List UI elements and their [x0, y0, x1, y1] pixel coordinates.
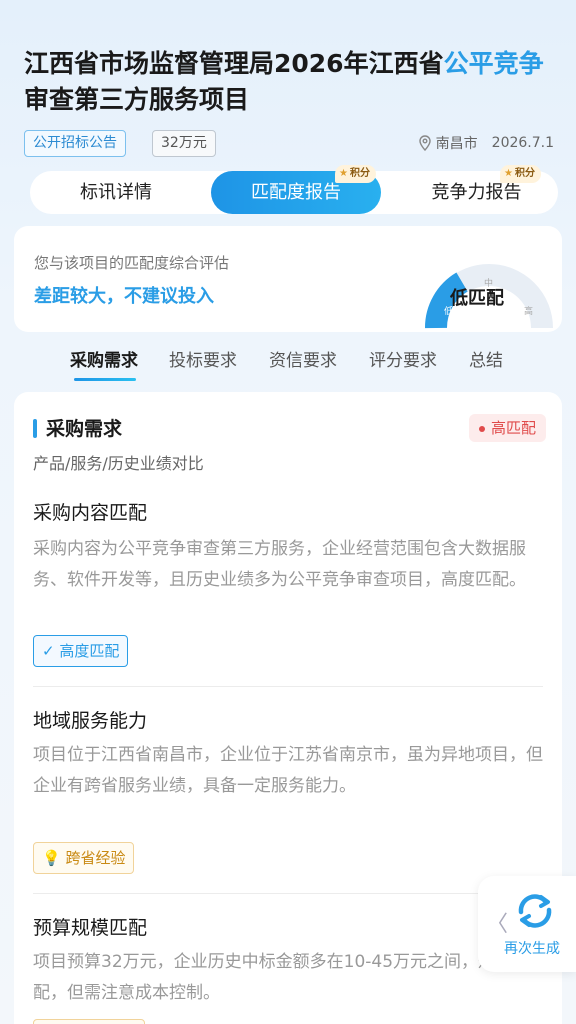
tender-type-tag: 公开招标公告 — [24, 130, 126, 157]
location-info: 南昌市 2026.7.1 — [418, 133, 554, 153]
project-title: 江西省市场监督管理局2026年江西省公平竞争审查第三方服务项目 — [24, 46, 554, 118]
chip-label: 高度匹配 — [59, 642, 120, 660]
section-description: 产品/服务/历史业绩对比 — [33, 454, 204, 473]
match-level-badge: 高匹配 — [468, 414, 546, 442]
item-title: 预算规模匹配 — [33, 917, 148, 939]
item-body: 采购内容为公平竞争审查第三方服务，企业经营范围包含大数据服务、软件开发等，且历史… — [33, 539, 526, 590]
summary-subtitle: 您与该项目的匹配度综合评估 — [34, 254, 230, 272]
summary-verdict: 差距较大，不建议投入 — [34, 286, 214, 307]
subtab-scoring-requirements[interactable]: 评分要求 — [369, 346, 437, 371]
dot-icon — [478, 425, 485, 432]
subtab-procurement[interactable]: 采购需求 — [70, 346, 138, 371]
points-badge-label: 积分 — [349, 168, 370, 179]
gauge-result-label: 低匹配 — [450, 288, 504, 309]
divider — [33, 893, 543, 894]
match-level-label: 高匹配 — [490, 419, 536, 437]
regenerate-label: 再次生成 — [504, 941, 560, 957]
title-highlight: 公平竞争 — [443, 49, 544, 78]
item-title: 采购内容匹配 — [33, 502, 148, 524]
report-tabs: 标讯详情 匹配度报告 ★ 积分 竞争力报告 ★ 积分 — [30, 165, 558, 214]
check-icon: ✓ — [42, 642, 60, 660]
location-pin-icon — [418, 135, 431, 151]
subtab-credit-requirements[interactable]: 资信要求 — [269, 346, 337, 371]
experience-chip: 💡 跨省经验 — [33, 842, 135, 874]
location-text: 南昌市 — [435, 136, 478, 152]
tab-tender-details[interactable]: 标讯详情 — [30, 171, 202, 214]
item-body: 项目预算32万元，企业历史中标金额多在10-45万元之间，规模匹配，但需注意成本… — [33, 952, 530, 1003]
star-icon: ★ — [339, 168, 348, 179]
tab-match-report-label: 匹配度报告 — [251, 182, 341, 203]
lightbulb-icon: 💡 — [42, 849, 66, 867]
item-body: 项目位于江西省南昌市，企业位于江苏省南京市，虽为异地项目，但企业有跨省服务业绩，… — [33, 745, 543, 796]
publish-date: 2026.7.1 — [491, 135, 554, 151]
chip-label: 跨省经验 — [65, 849, 126, 867]
title-suffix: 审查第三方服务项目 — [24, 85, 250, 114]
subtab-bid-requirements[interactable]: 投标要求 — [169, 346, 237, 371]
points-badge: ★ 积分 — [500, 165, 541, 183]
partial-chip — [33, 1019, 145, 1024]
points-badge-label: 积分 — [514, 168, 535, 179]
section-title: 采购需求 — [46, 418, 123, 440]
match-chip: ✓ 高度匹配 — [33, 635, 129, 667]
match-summary-card: 您与该项目的匹配度综合评估 差距较大，不建议投入 低 中 高 低匹配 — [14, 226, 562, 332]
regenerate-button[interactable]: 〈 再次生成 — [478, 876, 576, 972]
section-marker — [33, 419, 37, 438]
star-icon: ★ — [504, 168, 513, 179]
points-badge: ★ 积分 — [335, 165, 376, 183]
chevron-left-icon: 〈 — [486, 912, 509, 937]
title-prefix: 江西省市场监督管理局2026年江西省 — [24, 49, 444, 78]
gauge-high-label: 高 — [524, 305, 533, 317]
refresh-icon — [518, 894, 552, 928]
item-title: 地域服务能力 — [33, 710, 148, 732]
active-subtab-indicator — [74, 378, 136, 381]
subtab-summary[interactable]: 总结 — [469, 346, 503, 371]
divider — [33, 686, 543, 687]
budget-tag: 32万元 — [152, 130, 216, 157]
